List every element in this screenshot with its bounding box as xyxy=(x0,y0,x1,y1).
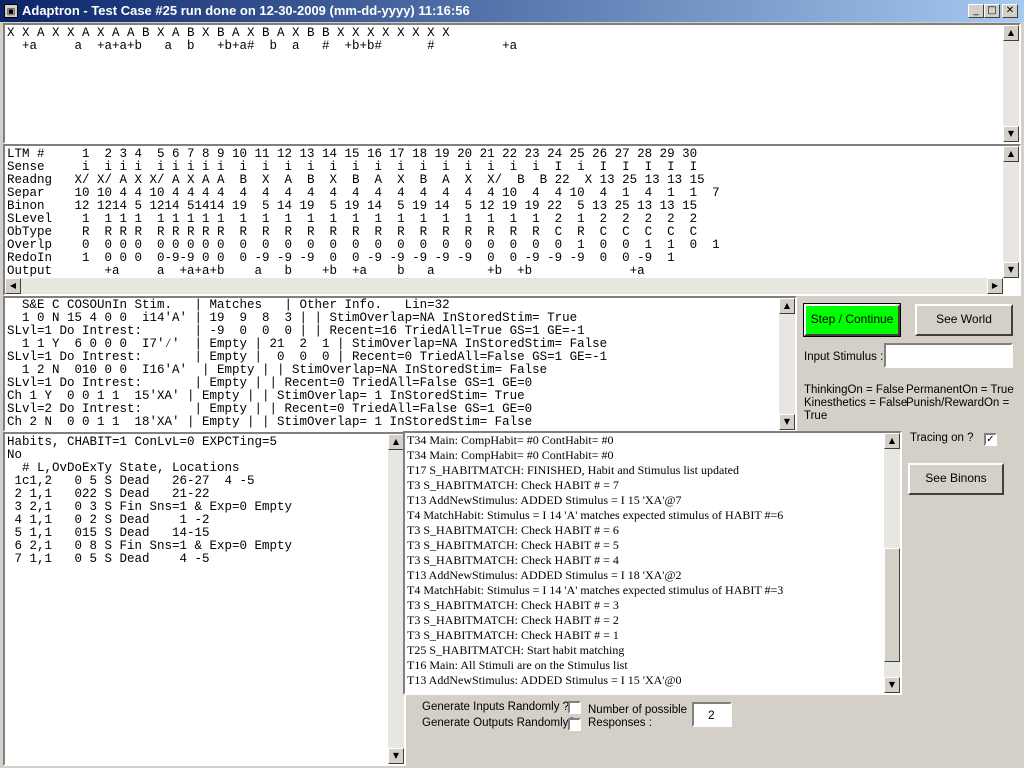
trace-line[interactable]: T3 S_HABITMATCH: Check HABIT # = 4 xyxy=(407,553,884,568)
trace-line[interactable]: T34 Main: CompHabit= #0 ContHabit= #0 xyxy=(407,433,884,448)
se-text: S&E C COSOUnIn Stim. | Matches | Other I… xyxy=(7,298,608,429)
app-icon: ▣ xyxy=(4,4,18,18)
trace-line[interactable]: T34 Main: CompHabit= #0 ContHabit= #0 xyxy=(407,448,884,463)
input-stimulus-field[interactable] xyxy=(884,343,1013,368)
permanent-status: PermanentOn = True xyxy=(906,384,1014,396)
habits-text: Habits, CHABIT=1 ConLvL=0 EXPCTing=5 No … xyxy=(7,435,293,566)
trace-line[interactable]: T3 S_HABITMATCH: Check HABIT # = 3 xyxy=(407,598,884,613)
trace-line[interactable]: T3 S_HABITMATCH: Check HABIT # = 6 xyxy=(407,523,884,538)
ltm-textbox[interactable]: LTM # 1 2 3 4 5 6 7 8 9 10 11 12 13 14 1… xyxy=(3,144,1021,296)
num-responses-field[interactable]: 2 xyxy=(692,702,732,727)
ltm-text: LTM # 1 2 3 4 5 6 7 8 9 10 11 12 13 14 1… xyxy=(7,147,720,278)
scroll-left-icon[interactable]: ◀ xyxy=(5,278,21,294)
sequence-text: X X A X X A X A A B X A B X B A X B A X … xyxy=(7,26,518,53)
trace-line[interactable]: T13 AddNewStimulus: ADDED Stimulus = I 1… xyxy=(407,673,884,688)
generate-inputs-checkbox[interactable] xyxy=(568,701,581,714)
trace-line[interactable]: T4 MatchHabit: Stimulus = I 14 'A' match… xyxy=(407,583,884,598)
trace-line[interactable]: T13 AddNewStimulus: ADDED Stimulus = I 1… xyxy=(407,568,884,583)
generate-outputs-checkbox[interactable] xyxy=(568,718,581,731)
trace-line[interactable]: T3 S_HABITMATCH: Check HABIT # = 5 xyxy=(407,538,884,553)
num-responses-label-1: Number of possible xyxy=(588,704,688,716)
trace-line[interactable]: T4 MatchHabit: Stimulus = I 14 'A' match… xyxy=(407,508,884,523)
see-binons-button[interactable]: See Binons xyxy=(908,463,1004,495)
habits-textbox[interactable]: Habits, CHABIT=1 ConLvL=0 EXPCTing=5 No … xyxy=(3,432,406,766)
title-bar: ▣ Adaptron - Test Case #25 run done on 1… xyxy=(0,0,1024,22)
window-title: Adaptron - Test Case #25 run done on 12-… xyxy=(22,3,470,18)
trace-vscroll[interactable]: ▲ ▼ xyxy=(884,433,900,693)
scroll-up-icon[interactable]: ▲ xyxy=(779,298,795,314)
punish-reward-status: Punish/RewardOn = xyxy=(906,397,1010,409)
scroll-up-icon[interactable]: ▲ xyxy=(388,434,404,450)
punish-reward-value: True xyxy=(804,410,828,422)
se-vscroll[interactable]: ▲ ▼ xyxy=(779,298,795,430)
trace-line[interactable]: T3 S_HABITMATCH: Check HABIT # = 1 xyxy=(407,628,884,643)
ltm-hscroll[interactable]: ◀ ▶ xyxy=(5,278,1003,294)
scroll-thumb[interactable] xyxy=(884,548,900,662)
scroll-down-icon[interactable]: ▼ xyxy=(779,414,795,430)
see-world-button[interactable]: See World xyxy=(915,304,1013,336)
trace-line[interactable]: T13 AddNewStimulus: ADDED Stimulus = I 1… xyxy=(407,493,884,508)
input-stimulus-label: Input Stimulus : xyxy=(804,351,884,363)
num-responses-label-2: Responses : xyxy=(588,717,652,729)
scroll-down-icon[interactable]: ▼ xyxy=(1003,126,1019,142)
sequence-vscroll[interactable]: ▲ ▼ xyxy=(1003,25,1019,142)
tracing-checkbox[interactable]: ✓ xyxy=(984,433,997,446)
sequence-textbox[interactable]: X X A X X A X A A B X A B X B A X B A X … xyxy=(3,23,1021,144)
habits-vscroll[interactable]: ▲ ▼ xyxy=(388,434,404,764)
trace-line[interactable]: T3 S_HABITMATCH: Check HABIT # = 7 xyxy=(407,478,884,493)
maximize-button[interactable]: □ xyxy=(984,4,1000,18)
stimulus-expectation-textbox[interactable]: S&E C COSOUnIn Stim. | Matches | Other I… xyxy=(3,296,797,432)
scroll-up-icon[interactable]: ▲ xyxy=(1003,146,1019,162)
generate-outputs-label: Generate Outputs Randomly? xyxy=(422,717,575,729)
scroll-right-icon[interactable]: ▶ xyxy=(987,278,1003,294)
generate-inputs-label: Generate Inputs Randomly ? xyxy=(422,701,570,713)
ltm-vscroll[interactable]: ▲ ▼ xyxy=(1003,146,1019,278)
scroll-down-icon[interactable]: ▼ xyxy=(388,748,404,764)
trace-line[interactable]: T3 S_HABITMATCH: Check HABIT # = 2 xyxy=(407,613,884,628)
scroll-down-icon[interactable]: ▼ xyxy=(884,677,900,693)
trace-listbox[interactable]: T34 Main: CompHabit= #0 ContHabit= #0 T34… xyxy=(403,431,902,695)
kinesthetics-status: Kinesthetics = False xyxy=(804,397,908,409)
scroll-up-icon[interactable]: ▲ xyxy=(884,433,900,449)
scroll-down-icon[interactable]: ▼ xyxy=(1003,262,1019,278)
close-button[interactable]: ✕ xyxy=(1002,4,1018,18)
trace-list: T34 Main: CompHabit= #0 ContHabit= #0 T34… xyxy=(405,433,884,688)
minimize-button[interactable]: _ xyxy=(968,4,984,18)
step-continue-button[interactable]: Step / Continue xyxy=(803,303,901,337)
tracing-label: Tracing on ? xyxy=(910,432,974,444)
trace-line[interactable]: T16 Main: All Stimuli are on the Stimulu… xyxy=(407,658,884,673)
thinking-status: ThinkingOn = False xyxy=(804,384,905,396)
trace-line[interactable]: T17 S_HABITMATCH: FINISHED, Habit and St… xyxy=(407,463,884,478)
trace-line[interactable]: T25 S_HABITMATCH: Start habit matching xyxy=(407,643,884,658)
scroll-up-icon[interactable]: ▲ xyxy=(1003,25,1019,41)
